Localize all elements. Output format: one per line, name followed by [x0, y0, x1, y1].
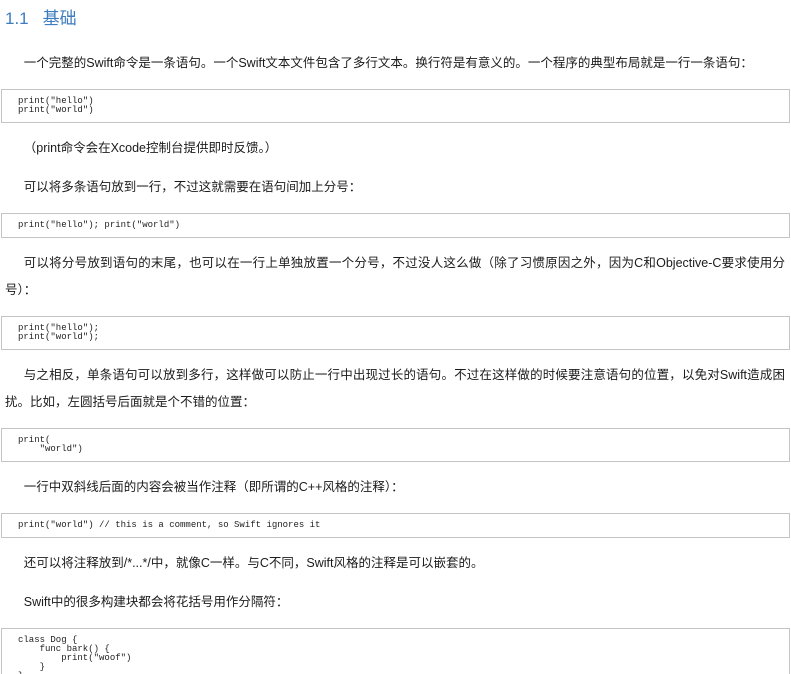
paragraph-xcode-console-note: （print命令会在Xcode控制台提供即时反馈。） [0, 135, 791, 162]
code-block-semicolon-one-line: print("hello"); print("world") [1, 213, 790, 238]
paragraph-trailing-semicolons: 可以将分号放到语句的末尾，也可以在一行上单独放置一个分号，不过没人这么做（除了习… [0, 250, 791, 304]
paragraph-curly-braces: Swift中的很多构建块都会将花括号用作分隔符： [0, 589, 791, 616]
section-heading: 1.1 基础 [0, 8, 791, 30]
paragraph-multiline-statement: 与之相反，单条语句可以放到多行，这样做可以防止一行中出现过长的语句。不过在这样做… [0, 362, 791, 416]
paragraph-semicolons-one-line: 可以将多条语句放到一行，不过这就需要在语句间加上分号： [0, 174, 791, 201]
code-block-class-dog: class Dog { func bark() { print("woof") … [1, 628, 790, 674]
section-number: 1.1 [5, 9, 29, 28]
paragraph-statements-intro: 一个完整的Swift命令是一条语句。一个Swift文本文件包含了多行文本。换行符… [0, 50, 791, 77]
code-block-line-comment: print("world") // this is a comment, so … [1, 513, 790, 538]
code-block-multiline-print: print( "world") [1, 428, 790, 462]
document-page: 1.1 基础 一个完整的Swift命令是一条语句。一个Swift文本文件包含了多行… [0, 0, 791, 674]
code-block-two-prints: print("hello") print("world") [1, 89, 790, 123]
section-title: 基础 [43, 9, 77, 28]
paragraph-line-comments: 一行中双斜线后面的内容会被当作注释（即所谓的C++风格的注释）： [0, 474, 791, 501]
paragraph-block-comments: 还可以将注释放到/*...*/中，就像C一样。与C不同，Swift风格的注释是可… [0, 550, 791, 577]
code-block-trailing-semicolons: print("hello"); print("world"); [1, 316, 790, 350]
